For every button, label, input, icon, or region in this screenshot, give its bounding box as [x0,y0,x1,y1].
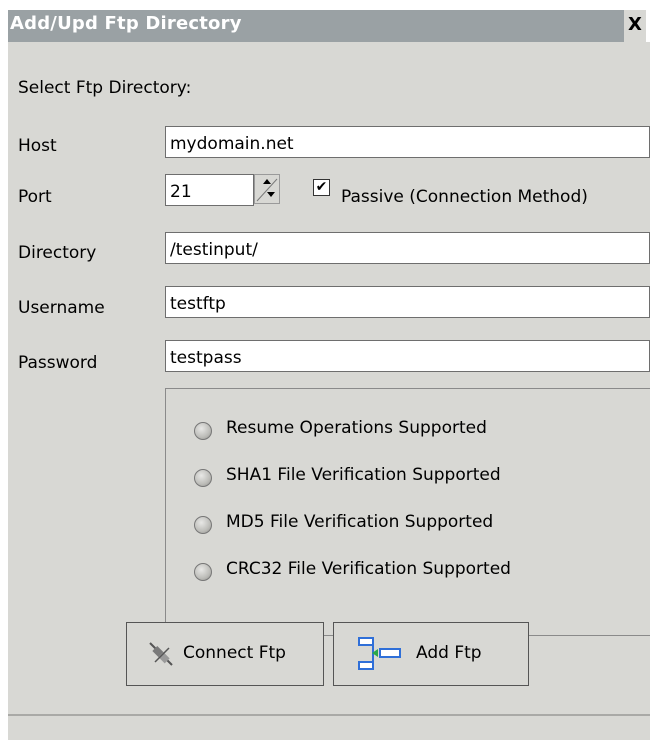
connect-ftp-button[interactable]: Connect Ftp [126,622,324,686]
title-bar: Add/Upd Ftp Directory X [8,10,646,42]
password-input[interactable] [165,340,650,372]
capability-label: SHA1 File Verification Supported [226,465,501,485]
directory-input[interactable] [165,232,650,264]
close-button[interactable]: X [624,10,646,42]
username-label: Username [18,298,105,318]
capabilities-group: Resume Operations Supported SHA1 File Ve… [165,388,650,636]
username-input[interactable] [165,286,650,318]
radio-button[interactable] [194,563,212,581]
disconnect-plug-icon [149,642,173,666]
passive-label: Passive (Connection Method) [341,187,588,207]
connect-ftp-label: Connect Ftp [183,643,286,663]
dialog-window: Add/Upd Ftp Directory X Select Ftp Direc… [0,0,650,740]
window-title: Add/Upd Ftp Directory [10,13,242,34]
capability-label: Resume Operations Supported [226,418,487,438]
stepper-arrows-icon [256,178,278,202]
port-input[interactable] [165,174,254,206]
radio-button[interactable] [194,469,212,487]
port-label: Port [18,187,52,207]
add-node-icon [358,637,401,670]
capability-sha1[interactable]: SHA1 File Verification Supported [194,465,644,495]
dialog-body: Select Ftp Directory: Host Port ✔ Passiv… [8,42,650,716]
port-stepper[interactable] [254,174,280,204]
directory-label: Directory [18,243,97,263]
password-label: Password [18,353,98,373]
host-input[interactable] [165,126,650,158]
radio-button[interactable] [194,422,212,440]
capability-resume[interactable]: Resume Operations Supported [194,418,644,448]
capability-md5[interactable]: MD5 File Verification Supported [194,512,644,542]
capability-crc32[interactable]: CRC32 File Verification Supported [194,559,644,589]
section-label: Select Ftp Directory: [18,78,192,98]
host-label: Host [18,136,57,156]
passive-checkbox[interactable]: ✔ [313,179,330,196]
add-ftp-button[interactable]: Add Ftp [333,622,529,686]
radio-button[interactable] [194,516,212,534]
close-icon: X [628,14,642,35]
add-ftp-label: Add Ftp [416,643,482,663]
capability-label: MD5 File Verification Supported [226,512,494,532]
footer-area [8,716,650,740]
capability-label: CRC32 File Verification Supported [226,559,511,579]
